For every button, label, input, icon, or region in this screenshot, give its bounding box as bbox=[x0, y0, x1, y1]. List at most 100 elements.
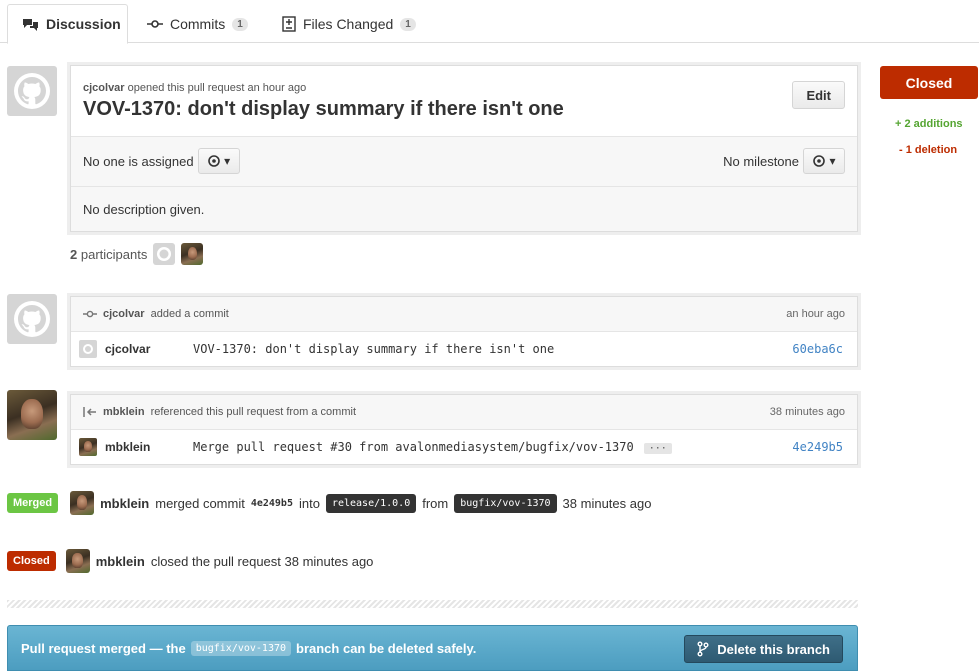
commit-author[interactable]: mbklein bbox=[79, 438, 150, 456]
into-text: into bbox=[298, 495, 320, 511]
additions-text: + 2 additions bbox=[895, 118, 963, 130]
git-branch-icon bbox=[697, 641, 709, 657]
assignee-text: No one is assigned bbox=[83, 153, 194, 169]
delete-branch-label: Delete this branch bbox=[717, 641, 830, 657]
commit-author[interactable]: cjcolvar bbox=[79, 340, 150, 358]
event-action: referenced this pull request from a comm… bbox=[150, 406, 356, 418]
merged-branch-name: bugfix/vov-1370 bbox=[190, 641, 292, 656]
description-text: No description given. bbox=[83, 202, 205, 217]
pull-request-description: cjcolvar opened this pull request an hou… bbox=[70, 65, 858, 232]
additions-stat: + 2 additions bbox=[895, 118, 963, 130]
octocat-icon bbox=[14, 301, 50, 337]
reference-event: mbklein referenced this pull request fro… bbox=[70, 394, 858, 465]
timeline-divider bbox=[7, 600, 858, 608]
commit-count-badge: 1 bbox=[232, 17, 248, 31]
commit-event: cjcolvar added a commit an hour ago cjco… bbox=[70, 296, 858, 367]
event-timestamp: 38 minutes ago bbox=[562, 495, 652, 511]
commit-message-text[interactable]: Merge pull request #30 from avalonmedias… bbox=[193, 440, 634, 454]
caret-down-icon: ▾ bbox=[829, 154, 836, 168]
expand-message-button[interactable]: ··· bbox=[643, 443, 672, 454]
from-text: from bbox=[422, 495, 449, 511]
assignment-bar: No one is assigned ▾ No milestone ▾ bbox=[71, 137, 857, 187]
reference-event-summary: mbklein referenced this pull request fro… bbox=[83, 406, 356, 418]
participants-summary: 2 participants bbox=[70, 247, 147, 262]
files-count-badge: 1 bbox=[400, 17, 416, 31]
commit-sha-link[interactable]: 60eba6c bbox=[792, 342, 843, 356]
assignee-gear-button[interactable]: ▾ bbox=[197, 148, 240, 174]
closed-badge: Closed bbox=[7, 551, 56, 571]
merged-event: Merged mbklein merged commit 4e249b5 int… bbox=[7, 491, 651, 515]
merge-status-text: Pull request merged — the bugfix/vov-137… bbox=[21, 641, 476, 656]
description-body: No description given. bbox=[71, 187, 857, 231]
caret-down-icon: ▾ bbox=[224, 154, 231, 168]
gear-icon bbox=[813, 155, 826, 167]
commit-author-name: mbklein bbox=[105, 440, 151, 454]
discussion-header: cjcolvar opened this pull request an hou… bbox=[71, 66, 857, 137]
comment-discussion-icon bbox=[23, 18, 38, 31]
actor-link[interactable]: mbklein bbox=[96, 554, 145, 569]
avatar-cjcolvar[interactable] bbox=[7, 294, 57, 344]
avatar-cjcolvar[interactable] bbox=[7, 66, 57, 116]
merge-text-after: branch can be deleted safely. bbox=[296, 641, 477, 656]
pull-request-title: VOV-1370: don't display summary if there… bbox=[83, 98, 564, 120]
event-action: added a commit bbox=[150, 308, 229, 320]
participants-count: 2 bbox=[70, 246, 78, 262]
tab-files-changed[interactable]: Files Changed 1 bbox=[282, 4, 416, 44]
tab-discussion[interactable]: Discussion bbox=[7, 4, 128, 44]
avatar-cjcolvar bbox=[79, 340, 97, 358]
closed-event: Closed mbklein closed the pull request 3… bbox=[7, 549, 373, 573]
commit-message[interactable]: VOV-1370: don't display summary if there… bbox=[193, 342, 554, 356]
avatar-mbklein[interactable] bbox=[7, 390, 57, 440]
commit-author-name: cjcolvar bbox=[105, 342, 151, 356]
author-link[interactable]: cjcolvar bbox=[83, 82, 125, 94]
actor-link[interactable]: cjcolvar bbox=[103, 308, 145, 320]
merged-commit-sha[interactable]: 4e249b5 bbox=[251, 498, 293, 509]
merged-badge: Merged bbox=[7, 493, 59, 513]
octocat-icon bbox=[157, 247, 172, 261]
source-branch[interactable]: bugfix/vov-1370 bbox=[454, 493, 557, 513]
milestone-section: No milestone ▾ bbox=[723, 148, 845, 174]
commit-event-summary: cjcolvar added a commit bbox=[83, 308, 229, 320]
reference-event-header: mbklein referenced this pull request fro… bbox=[71, 395, 857, 430]
avatar-mbklein[interactable] bbox=[65, 549, 90, 573]
participants-label: participants bbox=[80, 246, 148, 262]
diff-icon bbox=[282, 16, 296, 32]
merged-text: merged commit bbox=[155, 495, 245, 511]
tab-label: Commits bbox=[170, 16, 226, 32]
pull-request-tabs: Discussion Commits 1 Files Changed 1 bbox=[0, 0, 979, 44]
reference-arrow-icon bbox=[83, 407, 96, 417]
octocat-icon bbox=[14, 73, 50, 109]
tab-commits[interactable]: Commits 1 bbox=[147, 4, 248, 44]
edit-button[interactable]: Edit bbox=[792, 81, 845, 109]
commit-sha-link[interactable]: 4e249b5 bbox=[792, 440, 843, 454]
git-commit-icon bbox=[83, 310, 97, 318]
actor-link[interactable]: mbklein bbox=[103, 406, 145, 418]
opened-meta: cjcolvar opened this pull request an hou… bbox=[83, 82, 306, 94]
merge-text-before: Pull request merged — the bbox=[21, 641, 186, 656]
commit-message: Merge pull request #30 from avalonmedias… bbox=[193, 440, 672, 454]
deletions-text: - 1 deletion bbox=[899, 144, 958, 156]
commit-row: mbklein Merge pull request #30 from aval… bbox=[71, 430, 857, 464]
commit-event-header: cjcolvar added a commit an hour ago bbox=[71, 297, 857, 332]
tab-label: Files Changed bbox=[303, 16, 394, 32]
participant-avatar-cjcolvar[interactable] bbox=[153, 243, 176, 265]
actor-link[interactable]: mbklein bbox=[100, 496, 149, 511]
milestone-text: No milestone bbox=[723, 153, 799, 169]
participant-avatar-mbklein[interactable] bbox=[181, 243, 204, 265]
tab-label: Discussion bbox=[46, 16, 121, 32]
state-closed-button[interactable]: Closed bbox=[880, 66, 978, 99]
event-timestamp: 38 minutes ago bbox=[769, 406, 845, 418]
octocat-icon bbox=[83, 344, 93, 354]
merge-status-bar: Pull request merged — the bugfix/vov-137… bbox=[7, 625, 858, 671]
avatar-mbklein bbox=[79, 438, 97, 456]
milestone-gear-button[interactable]: ▾ bbox=[803, 148, 845, 174]
gear-icon bbox=[208, 155, 220, 167]
avatar-mbklein[interactable] bbox=[70, 491, 95, 515]
commit-row: cjcolvar VOV-1370: don't display summary… bbox=[71, 332, 857, 366]
target-branch[interactable]: release/1.0.0 bbox=[325, 493, 417, 513]
event-timestamp: an hour ago bbox=[786, 308, 845, 320]
closed-text: closed the pull request 38 minutes ago bbox=[150, 553, 374, 569]
assignee-section: No one is assigned ▾ bbox=[83, 148, 240, 174]
deletions-stat: - 1 deletion bbox=[899, 144, 957, 156]
delete-branch-button[interactable]: Delete this branch bbox=[684, 635, 843, 663]
